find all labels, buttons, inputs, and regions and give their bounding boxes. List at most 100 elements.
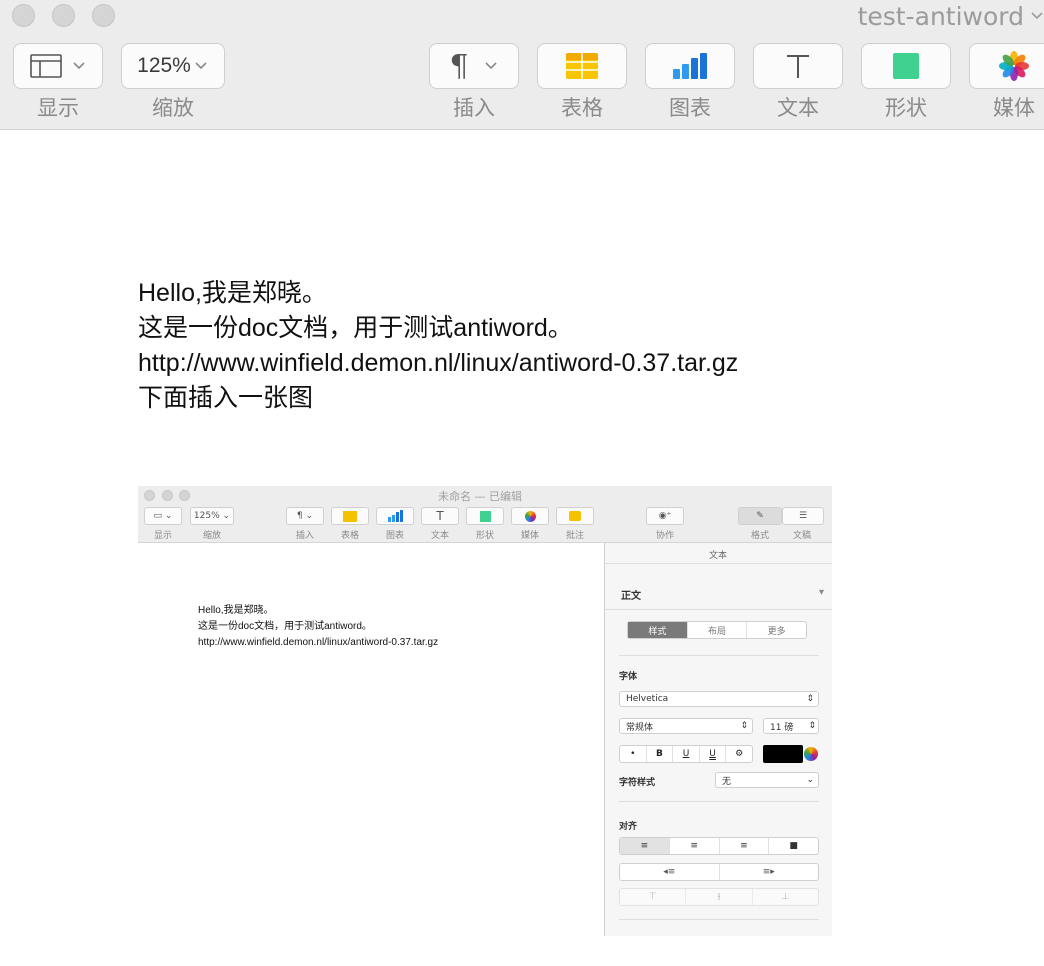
table-button[interactable]: [537, 43, 627, 89]
divider: [619, 801, 819, 802]
embedded-collab-button: ◉⁺: [646, 507, 684, 525]
increase-indent-icon: ≡▸: [762, 867, 775, 877]
embedded-insert-label: 插入: [295, 531, 314, 541]
embedded-window-title: 未命名 — 已编辑: [438, 490, 522, 503]
align-middle-icon: ⫲: [686, 889, 753, 905]
insert-button[interactable]: ¶: [429, 43, 519, 89]
font-section-label: 字体: [619, 672, 638, 682]
gear-icon: ⚙: [735, 749, 744, 759]
bold-button: B: [647, 746, 674, 762]
table-label: 表格: [561, 96, 603, 120]
align-buttons: ≡ ≡ ≡ ■: [619, 837, 819, 855]
chevron-down-icon: [73, 62, 85, 70]
tab-style: 样式: [628, 622, 688, 638]
char-style-value: 无: [722, 776, 732, 787]
stepper-icon: ⇕: [740, 721, 748, 731]
embedded-format-panel: 文本 正文 ▾ 样式 布局 更多 字体 Helvetica ⇕ 常规体 ⇕ 11…: [604, 543, 832, 936]
divider: [619, 919, 819, 920]
bar-chart-icon: [673, 53, 707, 79]
text-color-swatch: [763, 745, 803, 763]
align-top-icon: ⊤: [620, 889, 687, 905]
table-icon: [566, 53, 598, 79]
tab-more: 更多: [767, 626, 786, 637]
embedded-text-label: 文本: [430, 531, 449, 541]
font-size-value: 11 磅: [770, 722, 794, 733]
embedded-chart-button: [376, 507, 414, 525]
vertical-align-buttons: ⊤ ⫲ ⊥: [619, 888, 819, 906]
divider: [605, 609, 832, 610]
chart-button[interactable]: [645, 43, 735, 89]
text-button[interactable]: [753, 43, 843, 89]
bar-chart-icon: [388, 510, 403, 522]
embedded-insert-button: ¶ ⌄: [286, 507, 324, 525]
chart-label: 图表: [669, 96, 711, 120]
document-body[interactable]: Hello,我是郑晓。 这是一份doc文档，用于测试antiword。 http…: [138, 276, 738, 416]
embedded-view-label: 显示: [153, 531, 172, 541]
align-left-icon: ≡: [620, 838, 670, 854]
shape-icon: [479, 510, 491, 522]
pilcrow-icon: ¶: [449, 48, 469, 84]
table-icon: [343, 510, 357, 522]
shape-label: 形状: [885, 96, 927, 120]
window-title: test-antiword: [857, 2, 1024, 31]
text-icon: [787, 55, 809, 78]
view-button[interactable]: [13, 43, 103, 89]
embedded-document-body: Hello,我是郑晓。 这是一份doc文档，用于测试antiword。 http…: [198, 603, 438, 651]
embedded-format-tab: ✎: [738, 507, 782, 525]
tab-layout: 布局: [688, 622, 748, 638]
paragraph-style-chevron-icon: ▾: [819, 587, 825, 598]
underline-button: U: [673, 746, 700, 762]
minimize-window-button[interactable]: [52, 4, 75, 27]
doc-line: http://www.winfield.demon.nl/linux/antiw…: [138, 349, 739, 377]
char-style-select: 无 ⌄: [715, 772, 819, 788]
embedded-zoom-select: 125% ⌄: [190, 507, 234, 525]
close-window-button[interactable]: [12, 4, 35, 27]
doc-line: 这是一份doc文档，用于测试antiword。: [138, 314, 573, 342]
embedded-shape-label: 形状: [475, 531, 494, 541]
embedded-screenshot-image[interactable]: 未命名 — 已编辑 ▭ ⌄ 显示 125% ⌄ 缩放 ¶ ⌄ 插入 表格 图表 …: [138, 486, 832, 936]
zoom-label: 缩放: [152, 96, 194, 120]
color-wheel-icon: [804, 747, 818, 761]
chevron-down-icon: ⌄: [806, 775, 814, 785]
doc-line: Hello,我是郑晓。: [138, 279, 327, 307]
embedded-collab-label: 协作: [655, 531, 674, 541]
embedded-table-label: 表格: [340, 531, 359, 541]
double-underline-button: U: [700, 746, 727, 762]
embedded-doc-line: http://www.winfield.demon.nl/linux/antiw…: [198, 637, 439, 648]
stepper-icon: ⇕: [808, 721, 816, 731]
zoom-select[interactable]: 125%: [121, 43, 225, 89]
shape-button[interactable]: [861, 43, 951, 89]
panel-header: 文本: [709, 551, 728, 561]
panel-tabs: 样式 布局 更多: [627, 621, 807, 639]
media-button[interactable]: [969, 43, 1044, 89]
embedded-comment-label: 批注: [565, 531, 584, 541]
indent-buttons: ◂≡ ≡▸: [619, 863, 819, 881]
embedded-shape-button: [466, 507, 504, 525]
text-label: 文本: [777, 96, 819, 120]
insert-label: 插入: [453, 96, 495, 120]
photos-flower-icon: [999, 51, 1029, 81]
toolbar: test-antiword 显示 125% 缩放 ¶ 插入 表格 图表 文本 形…: [0, 0, 1044, 130]
stepper-icon: ⇕: [806, 694, 814, 704]
paragraph-style: 正文: [621, 591, 641, 602]
doc-line: 下面插入一张图: [138, 384, 314, 412]
photos-flower-icon: [524, 510, 536, 522]
align-section-label: 对齐: [619, 822, 638, 832]
align-right-icon: ≡: [720, 838, 770, 854]
embedded-view-button: ▭ ⌄: [144, 507, 182, 525]
chevron-down-icon: [484, 62, 497, 70]
embedded-zoom-label: 缩放: [202, 531, 221, 541]
font-size-field: 11 磅 ⇕: [763, 718, 819, 734]
zoom-window-button[interactable]: [92, 4, 115, 27]
embedded-close-dot: [144, 490, 155, 501]
sidebar-layout-icon: [30, 54, 62, 78]
font-family-select: Helvetica ⇕: [619, 691, 819, 707]
bullet-button: •: [620, 746, 647, 762]
embedded-document-label: 文稿: [792, 531, 811, 541]
embedded-document-tab: ☰: [782, 507, 824, 525]
embedded-zoom-dot: [179, 490, 190, 501]
view-label: 显示: [37, 96, 79, 120]
chevron-down-icon[interactable]: [1030, 8, 1044, 22]
divider: [605, 563, 832, 564]
embedded-minimize-dot: [162, 490, 173, 501]
